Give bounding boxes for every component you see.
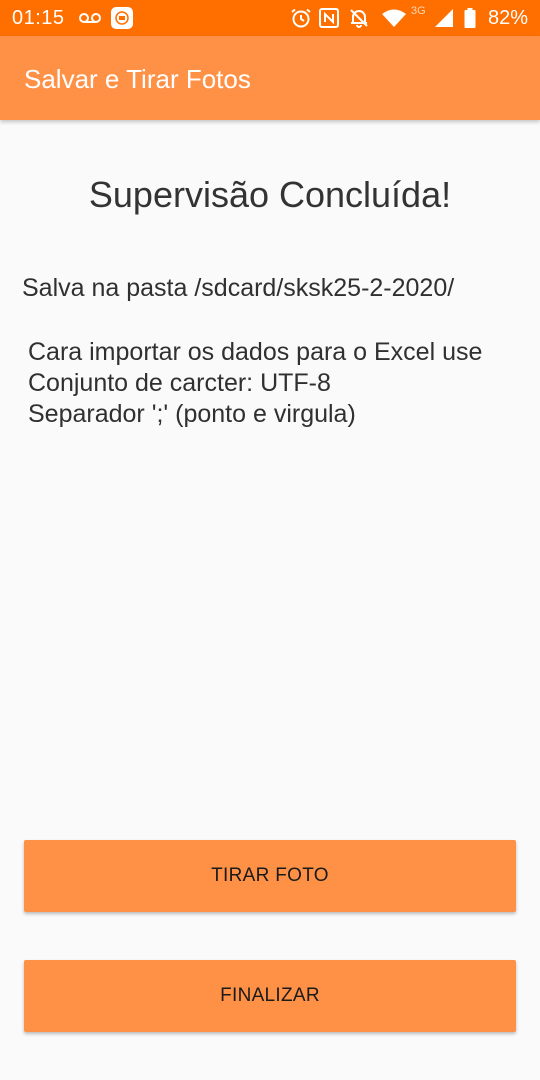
alarm-icon	[291, 8, 311, 28]
nfc-icon	[319, 8, 339, 28]
status-bar: 01:15 3G 82%	[0, 0, 540, 36]
voicemail-icon	[79, 13, 101, 23]
app-bar: Salvar e Tirar Fotos	[0, 36, 540, 120]
completion-headline: Supervisão Concluída!	[88, 174, 452, 215]
battery-percentage: 82%	[487, 7, 528, 29]
app-title: Salvar e Tirar Fotos	[24, 64, 251, 94]
network-type: 3G	[411, 5, 426, 17]
status-time: 01:15	[12, 7, 65, 29]
signal-icon	[435, 9, 453, 27]
take-photo-button[interactable]: TIRAR FOTO	[24, 840, 516, 912]
wifi-icon	[382, 9, 406, 27]
excel-instructions: Cara importar os dados para o Excel use …	[28, 337, 482, 430]
notifications-off-icon	[350, 9, 368, 28]
instruction-line: Separador ';' (ponto e virgula)	[28, 400, 356, 428]
mi-app-icon	[111, 7, 133, 29]
saved-path-text: Salva na pasta /sdcard/sksk25-2-2020/	[22, 274, 455, 302]
instruction-line: Cara importar os dados para o Excel use	[28, 338, 483, 366]
finish-button[interactable]: FINALIZAR	[24, 960, 516, 1032]
instruction-line: Conjunto de carcter: UTF-8	[28, 369, 331, 397]
battery-icon	[464, 8, 476, 28]
